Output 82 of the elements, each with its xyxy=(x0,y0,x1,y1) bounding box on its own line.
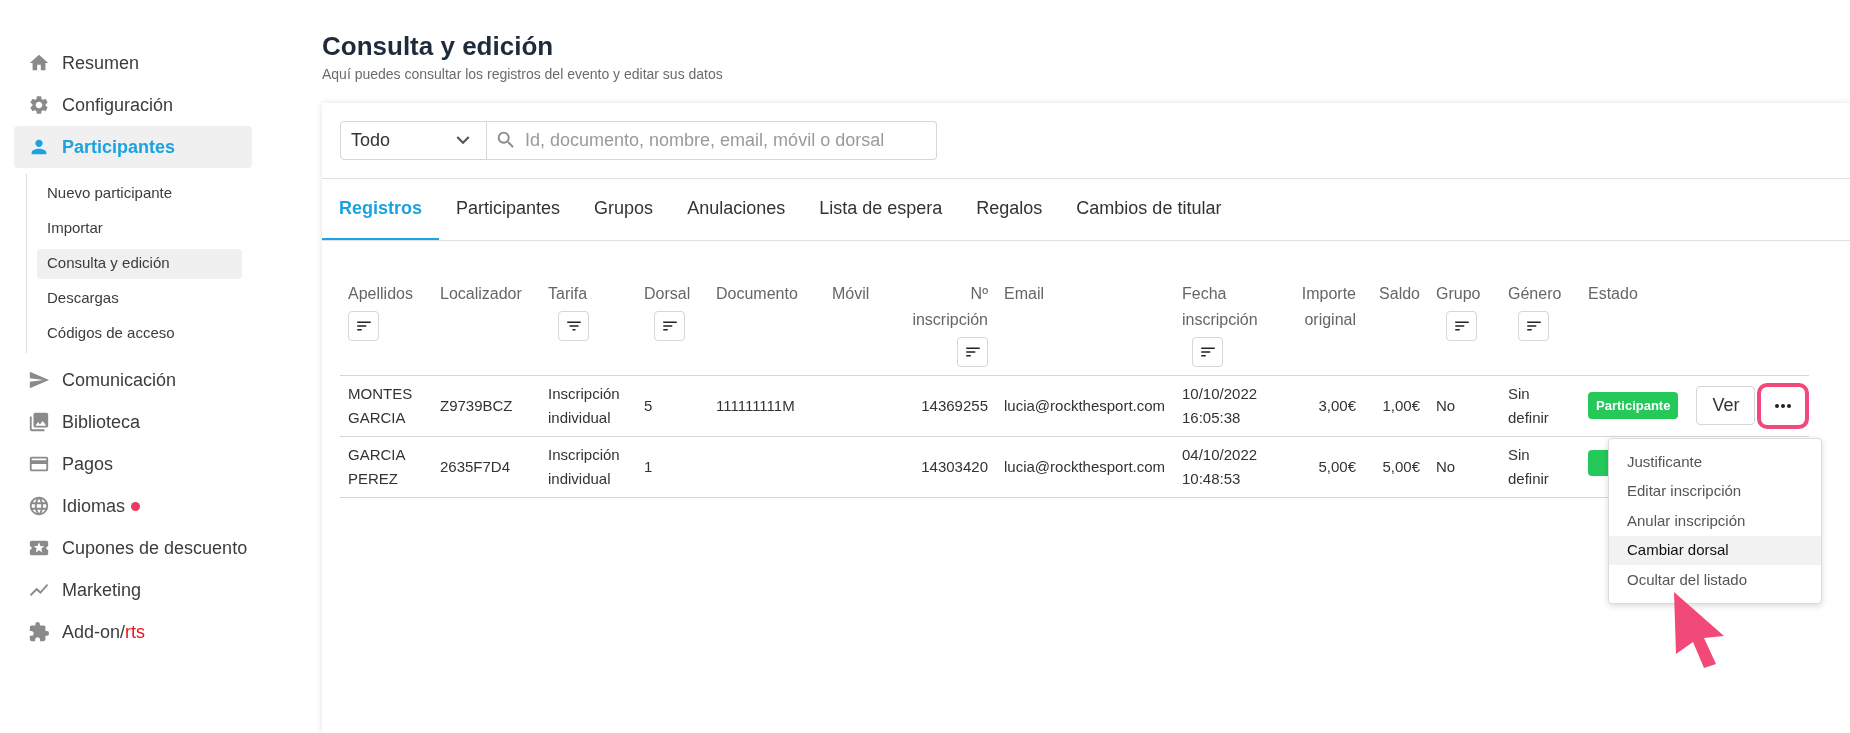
scope-dropdown[interactable]: Todo xyxy=(340,120,487,160)
menu-item[interactable]: Justificante xyxy=(1609,447,1821,477)
column-header: Dorsal xyxy=(644,283,691,304)
table-cell-text: 1,00€ xyxy=(1382,395,1420,416)
page-title: Consulta y edición xyxy=(322,30,555,63)
page-subtitle: Aquí puedes consultar los registros del evento y editar sus datos xyxy=(322,64,724,84)
submenu-item[interactable]: Nuevo participante xyxy=(37,178,242,209)
column-header: Género xyxy=(1508,283,1562,304)
sidebar-item[interactable]: Cupones de descuento xyxy=(14,527,252,569)
column-header: Documento xyxy=(716,283,798,304)
menu-item[interactable]: Cambiar dorsal xyxy=(1609,535,1821,565)
column-header: Estado xyxy=(1588,283,1638,304)
sidebar-item[interactable]: Pagos xyxy=(14,443,252,485)
table-cell-text: Inscripción individual xyxy=(548,444,621,489)
view-button[interactable]: Ver xyxy=(1696,386,1756,425)
tab[interactable]: Grupos xyxy=(577,178,671,240)
settings-icon xyxy=(28,94,50,116)
sidebar-item[interactable]: Configuración xyxy=(14,84,252,126)
table-cell-text: lucia@rockthesport.com xyxy=(1004,395,1166,416)
sort-button[interactable] xyxy=(1192,336,1223,367)
table-cell-text: No xyxy=(1436,456,1456,477)
column-header: Saldo xyxy=(1379,283,1420,304)
tab[interactable]: Lista de espera xyxy=(802,178,960,240)
table-cell-text: MONTES GARCIA xyxy=(348,383,414,428)
table-cell-text: 1 xyxy=(644,456,653,477)
column-header: Móvil xyxy=(832,283,870,304)
filter-button[interactable] xyxy=(558,310,589,341)
column-header: Tarifa xyxy=(548,283,588,304)
table-cell-text: GARCIA PEREZ xyxy=(348,444,407,489)
status-badge: Participante xyxy=(1588,391,1679,420)
tab[interactable]: Participantes xyxy=(439,178,578,240)
table-cell-text: 3,00€ xyxy=(1318,395,1356,416)
sort-button[interactable] xyxy=(1446,310,1477,341)
sort-button[interactable] xyxy=(1518,310,1549,341)
column-header: Email xyxy=(1004,283,1044,304)
submenu-item[interactable]: Descargas xyxy=(37,283,242,314)
table-cell-text: 2635F7D4 xyxy=(440,456,511,477)
column-header: Fecha inscripción xyxy=(1182,283,1259,330)
submenu-item[interactable]: Códigos de acceso xyxy=(37,318,242,349)
table-cell-text: 14369255 xyxy=(921,395,988,416)
column-header: Importe original xyxy=(1300,283,1356,330)
table-cell-text: 04/10/2022 10:48:53 xyxy=(1182,444,1259,489)
sidebar-item[interactable]: Add-on/rts xyxy=(14,611,252,653)
table-cell-text: 14303420 xyxy=(921,456,988,477)
sidebar-item[interactable]: Comunicación xyxy=(14,359,252,401)
tab[interactable]: Regalos xyxy=(959,178,1060,240)
puzzle-icon xyxy=(28,621,50,643)
sidebar-item[interactable]: Resumen xyxy=(14,42,252,84)
table-cell-text: Z9739BCZ xyxy=(440,395,513,416)
sidebar-item[interactable]: Biblioteca xyxy=(14,401,252,443)
photos-icon xyxy=(28,411,50,433)
more-icon xyxy=(1775,403,1792,408)
table-cell-text: 5 xyxy=(644,395,653,416)
sort-button[interactable] xyxy=(348,310,379,341)
table-cell-text: lucia@rockthesport.com xyxy=(1004,456,1166,477)
table-cell-text: 5,00€ xyxy=(1318,456,1356,477)
menu-item[interactable]: Anular inscripción xyxy=(1609,506,1821,536)
search-field[interactable]: Id, documento, nombre, email, móvil o dorsal xyxy=(487,120,937,160)
column-header: Nº inscripción xyxy=(911,283,988,330)
sidebar-item[interactable]: Marketing xyxy=(14,569,252,611)
tab[interactable]: Cambios de titular xyxy=(1059,178,1239,240)
sidebar-item[interactable]: Idiomas xyxy=(14,485,252,527)
table-cell-text: Sin definir xyxy=(1508,383,1550,428)
column-header: Localizador xyxy=(440,283,522,304)
menu-item[interactable]: Editar inscripción xyxy=(1609,476,1821,506)
send-icon xyxy=(28,369,50,391)
globe-icon xyxy=(28,495,50,517)
submenu-item[interactable]: Consulta y edición xyxy=(37,248,242,279)
sort-button[interactable] xyxy=(957,336,988,367)
column-header: Grupo xyxy=(1436,283,1481,304)
sort-button[interactable] xyxy=(654,310,685,341)
table-cell-text: 5,00€ xyxy=(1382,456,1420,477)
table-cell-text: Inscripción individual xyxy=(548,383,621,428)
table-cell-text: Sin definir xyxy=(1508,444,1550,489)
tab[interactable]: Anulaciones xyxy=(670,178,803,240)
column-header: Apellidos xyxy=(348,283,413,304)
menu-item[interactable]: Ocultar del listado xyxy=(1609,565,1821,595)
more-options-button[interactable] xyxy=(1757,382,1810,429)
table-cell-text: No xyxy=(1436,395,1456,416)
table-cell-text: 10/10/2022 16:05:38 xyxy=(1182,383,1259,428)
submenu-item[interactable]: Importar xyxy=(37,213,242,244)
table-cell-text: 111111111M xyxy=(716,395,795,416)
